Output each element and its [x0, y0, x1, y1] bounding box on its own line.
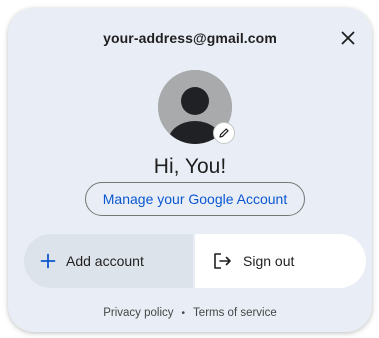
footer-links: Privacy policy • Terms of service: [8, 307, 372, 319]
profile-avatar-container: [158, 70, 235, 144]
close-button[interactable]: [334, 24, 362, 52]
sign-out-label: Sign out: [243, 253, 295, 269]
account-actions: Add account Sign out: [24, 234, 366, 288]
plus-icon: [40, 253, 56, 269]
greeting-text: Hi, You!: [153, 155, 227, 178]
add-account-label: Add account: [66, 253, 144, 269]
add-account-button[interactable]: Add account: [24, 234, 193, 288]
privacy-policy-link[interactable]: Privacy policy: [103, 307, 173, 319]
footer-separator: •: [181, 307, 186, 319]
account-popup: your-address@gmail.com Hi, You! Manage y…: [8, 8, 372, 332]
close-icon: [341, 31, 355, 45]
edit-photo-button[interactable]: [213, 122, 235, 144]
pencil-icon: [219, 128, 229, 138]
manage-account-button[interactable]: Manage your Google Account: [85, 182, 305, 216]
sign-out-button[interactable]: Sign out: [195, 234, 366, 288]
account-email: your-address@gmail.com: [103, 30, 277, 46]
sign-out-icon: [214, 253, 231, 269]
terms-of-service-link[interactable]: Terms of service: [193, 307, 277, 319]
